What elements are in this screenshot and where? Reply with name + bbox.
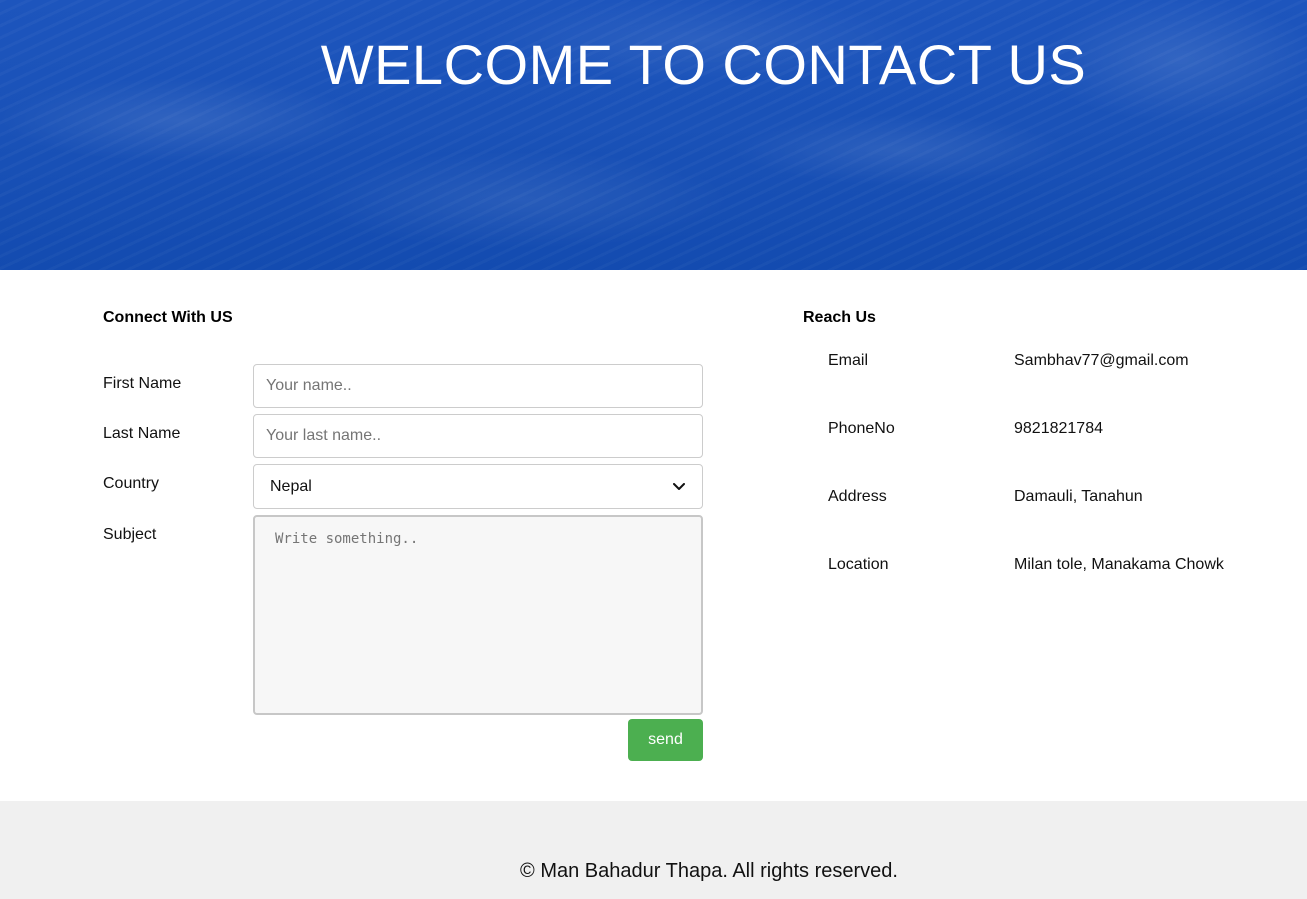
phone-label: PhoneNo (828, 420, 895, 437)
country-select[interactable]: Nepal (253, 464, 703, 509)
copyright-text: © Man Bahadur Thapa. All rights reserved… (520, 860, 898, 882)
reach-us-heading: Reach Us (803, 309, 876, 326)
address-label: Address (828, 488, 887, 505)
last-name-input[interactable] (253, 414, 703, 458)
first-name-label: First Name (103, 375, 182, 392)
location-value: Milan tole, Manakama Chowk (1014, 556, 1224, 573)
first-name-input[interactable] (253, 364, 703, 408)
subject-label: Subject (103, 526, 157, 543)
country-selected-value: Nepal (270, 477, 312, 495)
address-value: Damauli, Tanahun (1014, 488, 1143, 505)
chevron-down-icon (672, 480, 686, 494)
last-name-label: Last Name (103, 425, 181, 442)
contact-form-heading: Connect With US (103, 309, 233, 326)
country-label: Country (103, 475, 160, 492)
send-button[interactable]: send (628, 719, 703, 761)
email-value: Sambhav77@gmail.com (1014, 352, 1189, 369)
email-label: Email (828, 352, 869, 369)
subject-textarea[interactable] (253, 515, 703, 715)
location-label: Location (828, 556, 889, 573)
hero-banner: WELCOME TO CONTACT US (0, 0, 1307, 270)
footer: © Man Bahadur Thapa. All rights reserved… (0, 801, 1307, 899)
page-title: WELCOME TO CONTACT US (320, 33, 1087, 96)
phone-value: 9821821784 (1014, 420, 1103, 437)
